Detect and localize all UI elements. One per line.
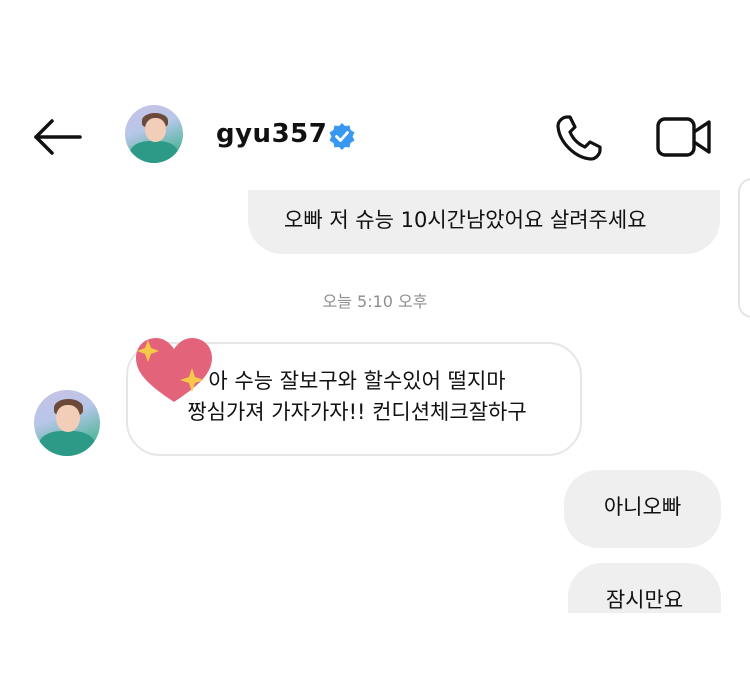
profile-avatar[interactable] bbox=[125, 105, 183, 163]
message-text-line-1: 아 수능 잘보구와 할수있어 떨지마 bbox=[208, 369, 506, 393]
video-call-button[interactable] bbox=[655, 113, 713, 161]
video-camera-icon bbox=[656, 117, 711, 157]
message-timestamp: 오늘 5:10 오후 bbox=[322, 292, 428, 311]
message-text: 아니오빠 bbox=[603, 495, 682, 519]
arrow-left-icon bbox=[34, 119, 82, 155]
sparkle-heart-icon bbox=[136, 338, 212, 402]
sender-avatar[interactable] bbox=[34, 390, 100, 456]
call-button[interactable] bbox=[553, 112, 605, 164]
back-button[interactable] bbox=[30, 117, 86, 157]
phone-icon bbox=[556, 115, 602, 161]
message-text-line-2: 짱심가져 가자가자!! 컨디션체크잘하구 bbox=[187, 400, 527, 424]
sent-message-bubble[interactable]: 아니오빠 bbox=[564, 470, 721, 548]
chat-header: gyu357 bbox=[0, 95, 750, 185]
bottom-crop-area bbox=[0, 613, 750, 682]
sent-message-bubble[interactable]: 오빠 저 슈능 10시간남았어요 살려주세요 bbox=[248, 190, 720, 254]
username[interactable]: gyu357 bbox=[216, 119, 327, 149]
scroll-edge bbox=[738, 178, 750, 318]
verified-badge-icon bbox=[329, 123, 355, 150]
message-text: 잠시만요 bbox=[605, 588, 684, 612]
message-text: 오빠 저 슈능 10시간남았어요 살려주세요 bbox=[284, 208, 647, 232]
